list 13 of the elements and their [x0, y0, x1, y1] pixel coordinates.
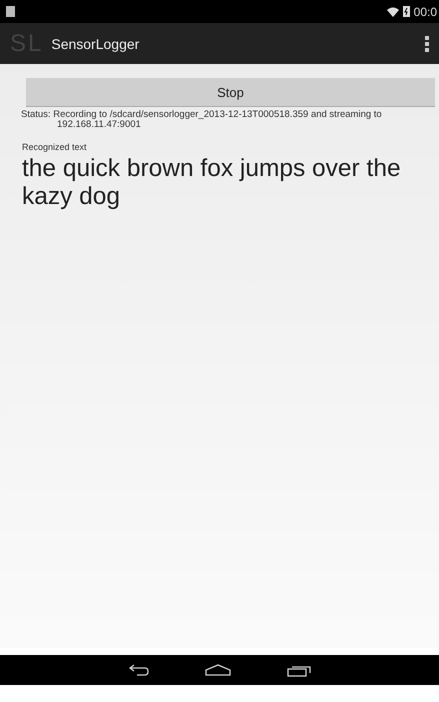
wifi-icon: [386, 6, 399, 16]
recognized-label: Recognized text: [22, 142, 88, 152]
notification-icon: [6, 6, 15, 17]
battery-icon: [402, 6, 410, 17]
home-icon[interactable]: [204, 664, 230, 676]
stop-button[interactable]: Stop: [26, 78, 435, 107]
recognized-text: the quick brown fox jumps over the kazy dog: [22, 155, 402, 211]
recent-apps-icon[interactable]: [286, 664, 310, 676]
back-icon[interactable]: [128, 664, 148, 676]
clock-time: 00:0: [414, 4, 437, 18]
status-text: Status: Recording to /sdcard/sensorlogger_2013-12-13T000518.359 and streaming to 192.168.11.47:9001: [21, 110, 383, 130]
app-title: SensorLogger: [51, 36, 140, 52]
overflow-menu-icon[interactable]: [425, 36, 429, 52]
